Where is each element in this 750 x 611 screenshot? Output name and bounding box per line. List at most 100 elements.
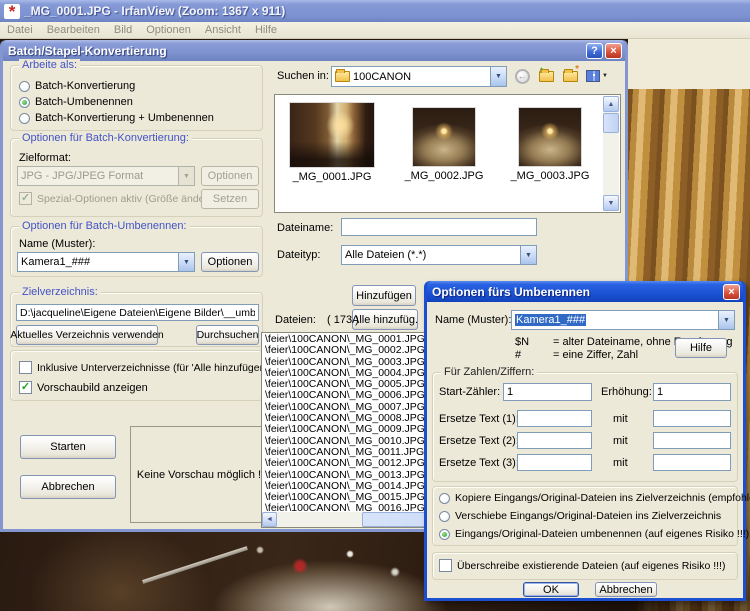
chevron-down-icon[interactable]: ▼ — [490, 67, 506, 86]
thumbnail-item[interactable]: _MG_0003.JPG — [503, 102, 597, 182]
app-title: _MG_0001.JPG - IrfanView (Zoom: 1367 x 9… — [24, 4, 285, 18]
menu-item[interactable]: Optionen — [139, 22, 198, 39]
rename-cancel-button[interactable]: Abbrechen — [595, 582, 657, 597]
radio-batch-rename[interactable]: Batch-Umbenennen — [19, 96, 133, 108]
target-format-label: Zielformat: — [19, 152, 71, 165]
cancel-button[interactable]: Abbrechen — [20, 475, 116, 499]
checkbox-icon — [19, 361, 32, 374]
chevron-down-icon[interactable]: ▼ — [520, 246, 536, 264]
radio-label: Batch-Konvertierung — [35, 80, 135, 92]
scroll-up-icon[interactable]: ▲ — [603, 96, 619, 112]
up-arrow-icon: ↑ — [539, 66, 544, 76]
folder-icon — [335, 71, 350, 82]
start-button[interactable]: Starten — [20, 435, 116, 459]
up-folder-button[interactable]: ↑ — [536, 66, 556, 86]
views-button[interactable]: ▼ — [584, 66, 610, 86]
radio-batch-convert[interactable]: Batch-Konvertierung — [19, 80, 135, 92]
thumbnail-item[interactable]: _MG_0002.JPG — [397, 102, 491, 182]
radio-label: Kopiere Eingangs/Original-Dateien ins Zi… — [455, 492, 750, 504]
app-menubar: DateiBearbeitenBildOptionenAnsichtHilfe — [0, 22, 750, 39]
target-format-combobox: JPG - JPG/JPEG Format ▼ — [17, 166, 195, 186]
scrollbar-thumb[interactable] — [603, 113, 619, 133]
look-in-combobox[interactable]: 100CANON ▼ — [331, 66, 507, 87]
show-preview-label: Vorschaubild anzeigen — [37, 382, 148, 394]
scroll-down-icon[interactable]: ▼ — [603, 195, 619, 211]
pattern-value-selected: Kamera1_### — [515, 314, 586, 326]
filetype-combobox[interactable]: Alle Dateien (*.*) ▼ — [341, 245, 537, 265]
target-dir-input[interactable] — [16, 304, 259, 321]
rename-options-button[interactable]: Optionen — [201, 252, 259, 272]
radio-rename-mode[interactable]: Eingangs/Original-Dateien umbenennen (au… — [439, 528, 749, 540]
radio-label: Batch-Umbenennen — [35, 96, 133, 108]
filename-input[interactable] — [341, 218, 537, 236]
thumbnail-scrollbar[interactable]: ▲ ▼ — [603, 96, 619, 211]
checkbox-icon — [439, 559, 452, 572]
close-icon[interactable]: × — [605, 43, 622, 59]
radio-label: Batch-Konvertierung + Umbenennen — [35, 112, 214, 124]
menu-item[interactable]: Datei — [0, 22, 40, 39]
radio-icon — [439, 511, 450, 522]
radio-move-mode[interactable]: Verschiebe Eingangs/Original-Dateien ins… — [439, 510, 721, 522]
rename-options-group: Optionen für Batch-Umbenennen: Name (Mus… — [10, 226, 263, 277]
add-all-button[interactable]: Alle hinzufüg. — [352, 309, 418, 330]
replace-3-to-input[interactable] — [653, 454, 731, 471]
replace-2-from-input[interactable] — [517, 432, 592, 449]
mit-label-3: mit — [613, 457, 628, 470]
replace-3-from-input[interactable] — [517, 454, 592, 471]
pattern-combobox[interactable]: Kamera1_### ▼ — [17, 252, 195, 272]
preview-panel: Keine Vorschau möglich ! — [130, 426, 268, 523]
hint-key-1: $N — [515, 336, 529, 349]
files-count-value: ( 173 ) — [327, 314, 359, 326]
files-count: Dateien: ( 173 ) — [275, 314, 359, 327]
menu-item[interactable]: Hilfe — [248, 22, 284, 39]
chevron-down-icon: ▼ — [178, 167, 194, 185]
pattern-combobox[interactable]: Kamera1_### ▼ — [511, 310, 735, 330]
app-titlebar[interactable]: * _MG_0001.JPG - IrfanView (Zoom: 1367 x… — [0, 0, 750, 22]
rename-options-caption: Optionen für Batch-Umbenennen: — [19, 220, 190, 233]
new-folder-button[interactable]: * — [560, 66, 580, 86]
close-icon[interactable]: × — [723, 284, 740, 300]
help-icon[interactable]: ? — [586, 43, 603, 59]
menu-item[interactable]: Ansicht — [198, 22, 248, 39]
menu-item[interactable]: Bild — [107, 22, 139, 39]
radio-copy-mode[interactable]: Kopiere Eingangs/Original-Dateien ins Zi… — [439, 492, 750, 504]
target-dir-group: Zielverzeichnis: Aktuelles Verzeichnis v… — [10, 292, 263, 347]
irfanview-app-icon: * — [4, 4, 20, 19]
increment-input[interactable] — [653, 383, 731, 401]
target-dir-caption: Zielverzeichnis: — [19, 286, 101, 299]
radio-icon — [19, 81, 30, 92]
help-button[interactable]: Hilfe — [675, 338, 727, 358]
start-counter-input[interactable] — [503, 383, 592, 401]
thumbnail-item[interactable]: _MG_0001.JPG — [285, 102, 379, 183]
work-as-caption: Arbeite als: — [19, 59, 80, 72]
use-current-dir-button[interactable]: Aktuelles Verzeichnis verwenden — [16, 325, 158, 345]
browse-button[interactable]: Durchsuchen — [196, 325, 259, 345]
thumbnail-name: _MG_0001.JPG — [285, 171, 379, 183]
menu-item[interactable]: Bearbeiten — [40, 22, 107, 39]
batch-dialog-titlebar[interactable]: Batch/Stapel-Konvertierung ? × — [3, 40, 625, 61]
rename-dialog-titlebar[interactable]: Optionen fürs Umbenennen × — [427, 281, 743, 302]
include-subdirs-label: Inklusive Unterverzeichnisse (für 'Alle … — [37, 362, 271, 374]
include-subdirs-checkbox[interactable]: Inklusive Unterverzeichnisse (für 'Alle … — [19, 361, 271, 374]
work-as-group: Arbeite als: Batch-Konvertierung Batch-U… — [10, 65, 263, 131]
rename-dialog-body: Name (Muster): Kamera1_### ▼ $N = alter … — [427, 302, 743, 598]
replace-1-to-input[interactable] — [653, 410, 731, 427]
ok-button[interactable]: OK — [523, 582, 579, 597]
convert-options-group: Optionen für Batch-Konvertierung: Zielfo… — [10, 138, 263, 217]
back-button[interactable]: ← — [512, 66, 532, 86]
irfanview-window: * _MG_0001.JPG - IrfanView (Zoom: 1367 x… — [0, 0, 750, 611]
replace-2-to-input[interactable] — [653, 432, 731, 449]
chevron-down-icon[interactable]: ▼ — [718, 311, 734, 329]
increment-label: Erhöhung: — [601, 386, 652, 399]
pattern-label: Name (Muster): — [19, 238, 95, 251]
back-icon: ← — [515, 69, 530, 84]
overwrite-checkbox[interactable]: Überschreibe existierende Dateien (auf e… — [439, 559, 725, 572]
replace-1-from-input[interactable] — [517, 410, 592, 427]
scroll-left-icon[interactable]: ◄ — [262, 512, 277, 527]
rename-dialog-title: Optionen fürs Umbenennen — [432, 285, 721, 299]
chevron-down-icon[interactable]: ▼ — [178, 253, 194, 271]
add-button[interactable]: Hinzufügen — [352, 285, 416, 306]
show-preview-checkbox[interactable]: ✓ Vorschaubild anzeigen — [19, 381, 148, 394]
radio-batch-convert-rename[interactable]: Batch-Konvertierung + Umbenennen — [19, 112, 214, 124]
radio-label: Verschiebe Eingangs/Original-Dateien ins… — [455, 510, 721, 522]
